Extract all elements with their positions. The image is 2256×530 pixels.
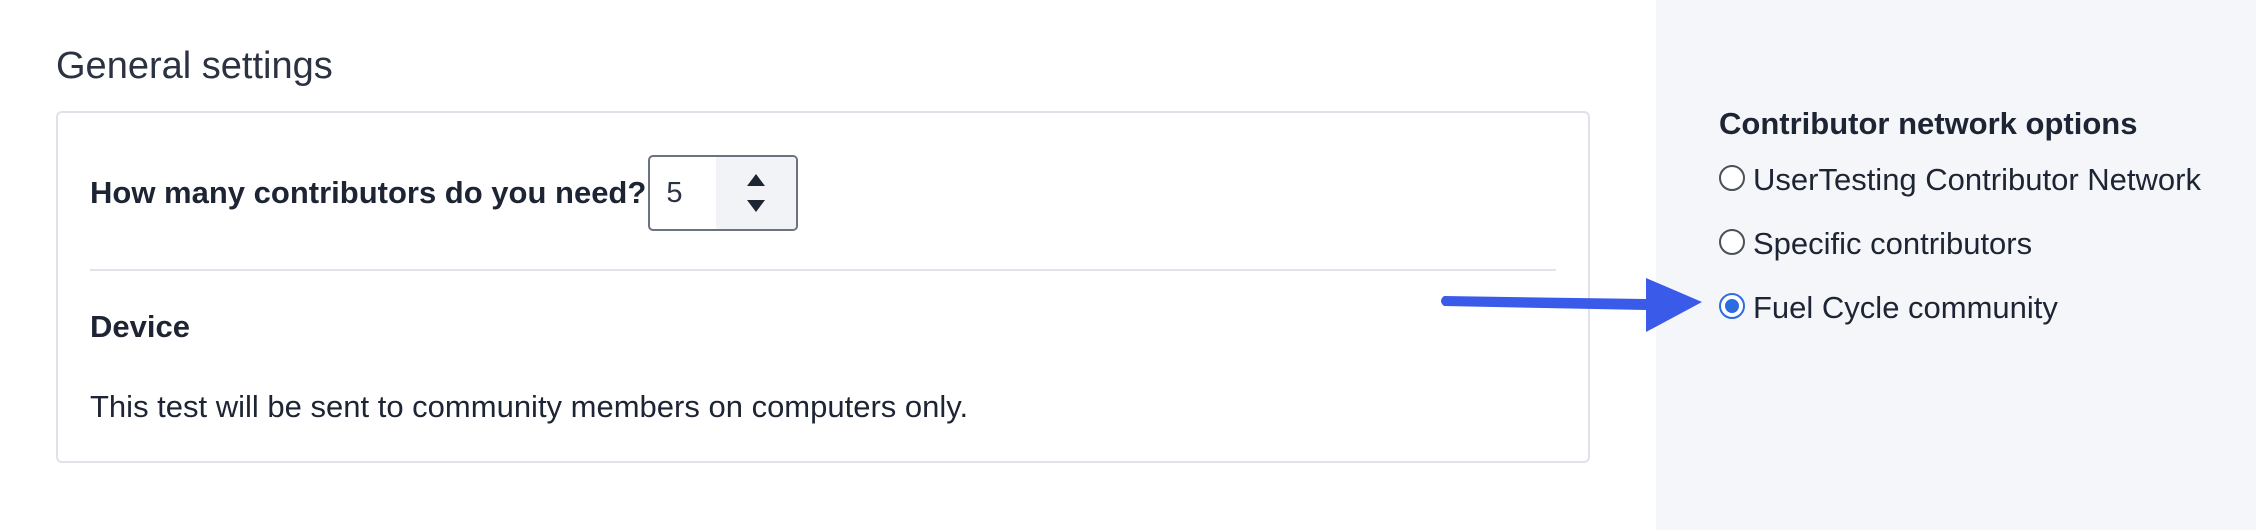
annotation-arrow-icon: [1441, 278, 1702, 332]
contributors-stepper[interactable]: 5: [648, 155, 799, 231]
radio-button[interactable]: [1719, 229, 1745, 255]
radio-label: UserTesting Contributor Network: [1753, 162, 2201, 197]
divider: [90, 269, 1556, 271]
radio-label: Specific contributors: [1753, 226, 2033, 261]
radio-option-usertesting-network[interactable]: UserTesting Contributor Network: [1719, 160, 2201, 200]
increment-icon[interactable]: [747, 174, 766, 186]
contributors-input[interactable]: 5: [650, 157, 716, 229]
radio-option-fuel-cycle-community[interactable]: Fuel Cycle community: [1719, 288, 2058, 328]
network-options-title: Contributor network options: [1719, 106, 2138, 141]
contributors-row: How many contributors do you need? 5: [90, 155, 799, 231]
radio-label: Fuel Cycle community: [1753, 290, 2058, 325]
radio-option-specific-contributors[interactable]: Specific contributors: [1719, 224, 2032, 264]
network-options-panel: Contributor network options UserTesting …: [1656, 0, 2256, 530]
decrement-icon[interactable]: [747, 200, 766, 212]
radio-button-selected[interactable]: [1719, 293, 1745, 319]
device-description: This test will be sent to community memb…: [90, 389, 969, 424]
contributors-label: How many contributors do you need?: [90, 175, 647, 210]
device-heading: Device: [90, 309, 190, 344]
section-title: General settings: [56, 45, 333, 87]
stepper-controls: [716, 157, 797, 229]
radio-button[interactable]: [1719, 165, 1745, 191]
general-settings-card: How many contributors do you need? 5 Dev…: [56, 111, 1590, 463]
main-content: General settings How many contributors d…: [0, 0, 1656, 530]
